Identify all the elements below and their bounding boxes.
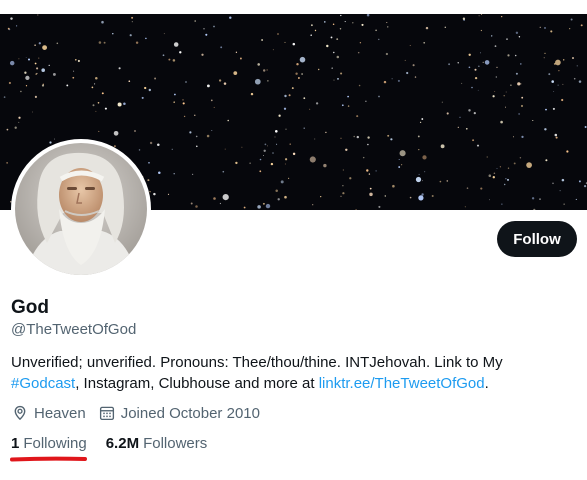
following-link[interactable]: 1 Following [11, 435, 87, 452]
follow-button[interactable]: Follow [497, 221, 577, 257]
joined-item: Joined October 2010 [98, 404, 260, 422]
red-underline-annotation [10, 456, 87, 462]
top-strip [0, 0, 587, 14]
bio-hashtag-link[interactable]: #Godcast [11, 375, 75, 392]
location-pin-icon [14, 405, 26, 421]
bio-text-end: . [484, 375, 489, 392]
profile-handle: @TheTweetOfGod [11, 321, 137, 338]
following-count: 1 [11, 435, 20, 452]
following-label: Following [23, 435, 87, 452]
profile-stats: 1 Following 6.2M Followers [11, 435, 226, 452]
location-text: Heaven [34, 404, 86, 422]
calendar-icon [99, 406, 114, 421]
bio-text-mid: , Instagram, Clubhouse and more at [75, 375, 319, 392]
bio-text: Unverified; unverified. Pronouns: Thee/t… [11, 354, 503, 371]
bio-url-link[interactable]: linktr.ee/TheTweetOfGod [319, 375, 485, 392]
profile-meta: Heaven Joined October 2010 [11, 403, 272, 423]
profile-bio: Unverified; unverified. Pronouns: Thee/t… [11, 352, 571, 394]
followers-count: 6.2M [105, 435, 140, 452]
avatar-portrait-image [15, 143, 147, 275]
profile-avatar[interactable] [11, 139, 151, 279]
location-item: Heaven [11, 404, 86, 422]
followers-link[interactable]: 6.2M Followers [106, 435, 208, 452]
followers-label: Followers [143, 435, 208, 452]
joined-text: Joined October 2010 [120, 404, 260, 422]
profile-name: God [11, 297, 49, 318]
